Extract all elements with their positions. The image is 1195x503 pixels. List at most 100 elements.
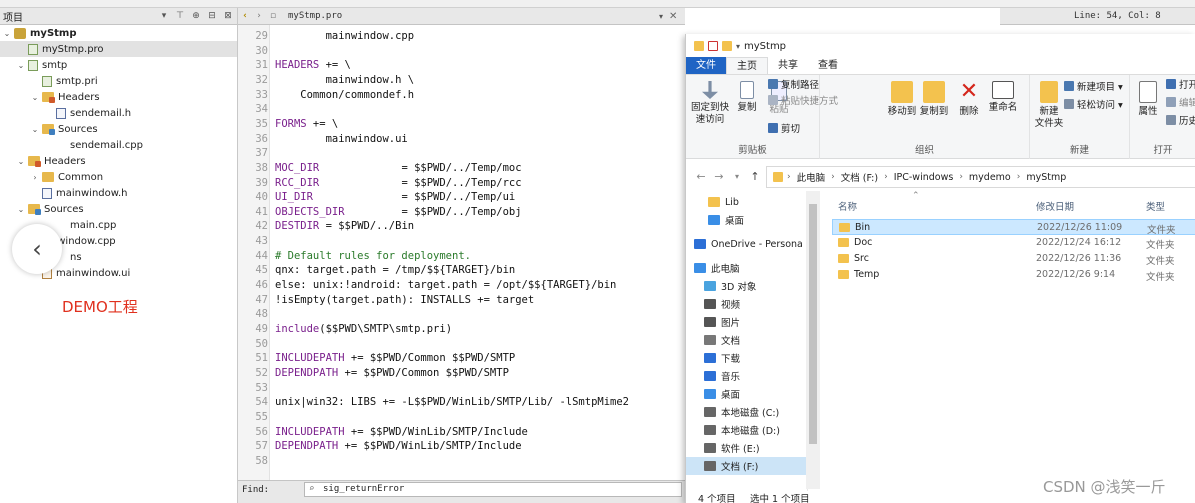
history-button[interactable]: 历史 <box>1166 113 1195 127</box>
breadcrumb-separator[interactable]: › <box>831 172 835 182</box>
delete-button[interactable]: ✕ 删除 <box>956 81 982 118</box>
nav-item[interactable]: 图片 <box>704 313 740 331</box>
nav-item[interactable]: 文档 (F:) <box>686 457 806 475</box>
column-name[interactable]: 名称 <box>838 199 857 213</box>
file-row[interactable]: Doc 2022/12/24 16:12 文件夹 <box>832 235 1195 251</box>
properties-icon[interactable] <box>708 41 718 51</box>
history-dropdown-icon[interactable]: ▾ <box>728 172 746 181</box>
tree-item[interactable]: ⌄ myStmp <box>0 25 237 41</box>
nav-item[interactable]: 3D 对象 <box>704 277 756 295</box>
tree-item[interactable]: sendemail.h <box>0 105 237 121</box>
edit-button[interactable]: 编辑 <box>1166 95 1195 109</box>
nav-item[interactable]: 此电脑 <box>694 259 740 277</box>
tree-item[interactable]: ⌄ Sources <box>0 121 237 137</box>
line-number: 47 <box>255 293 268 306</box>
breadcrumb-item[interactable]: myStmp <box>1026 172 1066 183</box>
tree-item[interactable]: ⌄ Headers <box>0 89 237 105</box>
nav-item[interactable]: Lib <box>708 193 739 211</box>
nav-item[interactable]: OneDrive - Persona <box>694 235 803 253</box>
copy-button[interactable]: 复制 <box>734 81 760 114</box>
pin-button[interactable]: 固定到快 速访问 <box>690 81 730 126</box>
chevron-down-icon[interactable]: ⌄ <box>30 93 40 102</box>
nav-item[interactable]: 视频 <box>704 295 740 313</box>
nav-item[interactable]: 文档 <box>704 331 740 349</box>
tree-item[interactable]: sendemail.cpp <box>0 137 237 153</box>
nav-item-icon <box>694 239 706 249</box>
properties-button[interactable]: 属性 <box>1136 81 1160 118</box>
chevron-down-icon[interactable]: ⌄ <box>16 157 26 166</box>
forward-arrow-icon[interactable]: → <box>710 170 728 183</box>
tab-share[interactable]: 共享 <box>768 57 808 74</box>
tab-file[interactable]: 文件 <box>686 57 726 74</box>
file-row[interactable]: Src 2022/12/26 11:36 文件夹 <box>832 251 1195 267</box>
code-text: ($$PWD\SMTP\smtp.pri) <box>319 323 453 335</box>
address-bar[interactable]: › 此电脑 › 文档 (F:) › IPC-windows › mydemo › myStmp <box>766 166 1195 188</box>
folder-icon <box>838 238 849 247</box>
split-icon[interactable]: ⊟ <box>205 9 219 23</box>
nav-item[interactable]: 音乐 <box>704 367 740 385</box>
tree-item[interactable]: myStmp.pro <box>0 41 237 57</box>
breadcrumb-item[interactable]: mydemo <box>969 172 1011 183</box>
new-item-button[interactable]: 新建项目 ▾ <box>1064 79 1123 93</box>
file-type: 文件夹 <box>1146 256 1175 267</box>
chevron-down-icon[interactable]: ⌄ <box>30 125 40 134</box>
chevron-down-icon[interactable]: ⌄ <box>16 61 26 70</box>
easy-access-button[interactable]: 轻松访问 ▾ <box>1064 97 1123 111</box>
navigation-scroll-thumb[interactable] <box>809 204 817 444</box>
column-type[interactable]: 类型 <box>1146 199 1165 213</box>
breadcrumb-separator[interactable]: › <box>1017 172 1021 182</box>
tab-view[interactable]: 查看 <box>808 57 848 74</box>
new-folder-button[interactable]: 新建 文件夹 <box>1034 81 1064 130</box>
tree-item[interactable]: ⌄ Sources <box>0 201 237 217</box>
copy-path-button[interactable]: 复制路径 <box>768 77 819 91</box>
tree-item[interactable]: ⌄ smtp <box>0 57 237 73</box>
tree-item[interactable]: mainwindow.h <box>0 185 237 201</box>
file-row[interactable]: Bin 2022/12/26 11:09 文件夹 <box>832 219 1195 236</box>
breadcrumb-item[interactable]: 文档 (F:) <box>841 170 878 184</box>
close-pane-icon[interactable]: ⊠ <box>221 9 235 23</box>
nav-item[interactable]: 桌面 <box>704 385 740 403</box>
tree-item[interactable]: ⌄ Headers <box>0 153 237 169</box>
open-button[interactable]: 打开 <box>1166 77 1195 91</box>
forward-arrow-icon[interactable]: › <box>252 11 266 21</box>
organize-group: 移动到 复制到 ✕ 删除 重命名 组织 <box>820 75 1030 159</box>
nav-item[interactable]: 本地磁盘 (C:) <box>704 403 779 421</box>
tree-item[interactable]: › Common <box>0 169 237 185</box>
nav-item[interactable]: 软件 (E:) <box>704 439 760 457</box>
chevron-down-icon[interactable]: ▾ <box>659 12 663 21</box>
move-to-button[interactable]: 移动到 <box>886 81 918 118</box>
dropdown-icon[interactable]: ▾ <box>157 9 171 23</box>
code-line: INCLUDEPATH += $$PWD/WinLib/SMTP/Include <box>275 425 528 439</box>
chevron-down-icon[interactable]: ⌄ <box>2 29 12 38</box>
chevron-left-icon[interactable]: ‹ <box>12 224 62 274</box>
cut-button[interactable]: 剪切 <box>768 121 800 135</box>
folder-icon <box>28 204 41 215</box>
nav-item[interactable]: 下载 <box>704 349 740 367</box>
line-number: 45 <box>255 264 268 277</box>
nav-item[interactable]: 桌面 <box>708 211 744 229</box>
nav-item[interactable]: 本地磁盘 (D:) <box>704 421 780 439</box>
find-input[interactable]: ⌕ sig_returnError <box>304 482 682 497</box>
chevron-down-icon[interactable]: ⌄ <box>16 205 26 214</box>
link-icon[interactable]: ⊕ <box>189 9 203 23</box>
tab-home[interactable]: 主页 <box>726 57 768 74</box>
back-arrow-icon[interactable]: ‹ <box>238 11 252 21</box>
file-row[interactable]: Temp 2022/12/26 9:14 文件夹 <box>832 267 1195 283</box>
chevron-down-icon[interactable]: ▾ <box>736 42 740 51</box>
screenshot-root: 项目 ▾ ⊤ ⊕ ⊟ ⊠ ⌄ myStmp myStmp.pro ⌄ smtp smtp.… <box>0 0 1195 503</box>
breadcrumb-item[interactable]: IPC-windows <box>894 172 954 183</box>
rename-button[interactable]: 重命名 <box>986 81 1020 114</box>
close-icon[interactable]: ✕ <box>669 11 681 22</box>
breadcrumb-separator[interactable]: › <box>884 172 888 182</box>
copy-to-button[interactable]: 复制到 <box>918 81 950 118</box>
breadcrumb-item[interactable]: 此电脑 <box>797 170 826 184</box>
back-arrow-icon[interactable]: ← <box>692 170 710 183</box>
new-folder-icon[interactable] <box>722 41 732 51</box>
breadcrumb-separator[interactable]: › <box>959 172 963 182</box>
chevron-right-icon[interactable]: › <box>30 173 40 182</box>
editor-file-name[interactable]: myStmp.pro <box>288 11 342 21</box>
column-date[interactable]: 修改日期 <box>1036 199 1074 213</box>
filter-icon[interactable]: ⊤ <box>173 9 187 23</box>
up-arrow-icon[interactable]: ↑ <box>746 170 764 183</box>
tree-item[interactable]: smtp.pri <box>0 73 237 89</box>
